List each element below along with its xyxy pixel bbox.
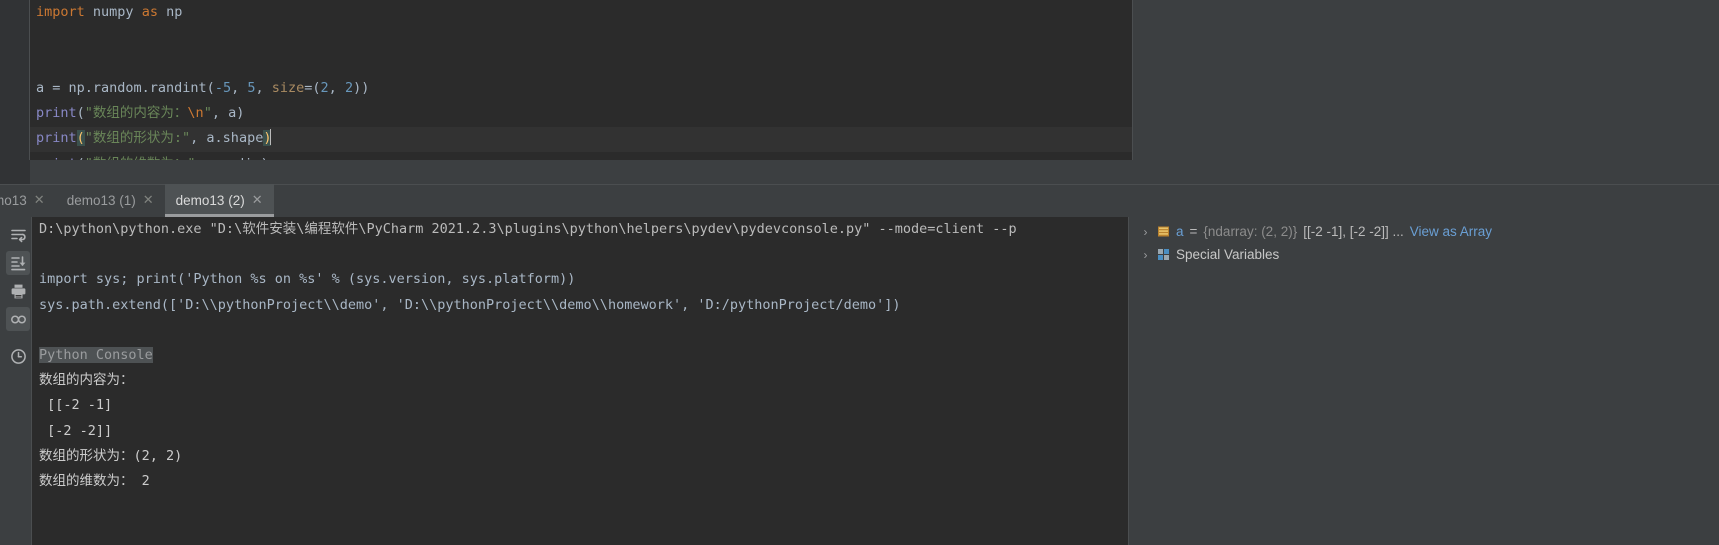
scroll-to-end-icon[interactable] [6,251,30,275]
variables-tree: › a = {ndarray: (2, 2)} [[-2 -1], [-2 -2]… [1129,217,1719,266]
variables-panel[interactable]: › a = {ndarray: (2, 2)} [[-2 -1], [-2 -2]… [1129,217,1719,545]
console-line: sys.path.extend(['D:\\pythonProject\\dem… [39,293,1017,318]
tab-label: demo13 (1) [66,193,136,208]
view-as-array-link[interactable]: View as Array [1410,224,1492,239]
code-text[interactable]: import numpy as np a = np.random.randint… [36,0,369,177]
code-token: , [231,79,248,96]
console-line: 数组的形状为：(2, 2) [39,444,1017,469]
console-line-text: D:\python\python.exe "D:\软件安装\编程软件\PyCha… [39,221,1017,237]
console-line: import sys; print('Python %s on %s' % (s… [39,267,1017,292]
console-line-text: Python Console [39,346,153,363]
code-token: "数组的内容为： [84,105,188,122]
tab-label: demo13 (2) [175,193,245,208]
console-line-text: sys.path.extend(['D:\\pythonProject\\dem… [39,296,901,313]
console-line-text: [-2 -2]] [39,422,113,439]
editor-bottom-gutter-fill [0,160,30,184]
code-token: =( [304,79,321,96]
code-line: print("数组的形状为:", a.shape) [36,126,369,151]
tab-demo13-1[interactable]: demo13 (1) ✕ [56,184,165,217]
print-icon[interactable] [6,279,30,303]
variable-row[interactable]: › a = {ndarray: (2, 2)} [[-2 -1], [-2 -2]… [1129,220,1719,243]
code-token: print [36,130,77,147]
console-toolbar [0,217,32,545]
variable-type: {ndarray: (2, 2)} [1203,224,1298,239]
editor-gutter[interactable] [0,0,30,184]
console-line: [[-2 -1] [39,393,1017,418]
tab-demo13-2[interactable]: demo13 (2) ✕ [164,184,274,217]
gutter-divider [29,0,30,184]
editor-bottom-fill [0,160,1719,184]
ndarray-icon [1157,225,1170,238]
code-token: , a.shape [190,130,264,147]
console-output[interactable]: D:\python\python.exe "D:\软件安装\编程软件\PyCha… [32,217,1128,545]
console-line-text: 数组的内容为： [39,372,134,389]
code-token: print [36,105,77,122]
tab-demo13[interactable]: demo13 ✕ [0,184,56,217]
code-token: ( [76,105,85,122]
variable-name: a [1176,224,1184,239]
console-output-text: D:\python\python.exe "D:\软件安装\编程软件\PyCha… [39,217,1017,494]
console-line-text: 数组的维数为： 2 [39,472,150,489]
pycharm-window: import numpy as np a = np.random.randint… [0,0,1719,545]
console-tab-bar: demo13 ✕ demo13 (1) ✕ demo13 (2) ✕ [0,184,1719,217]
python-console-panel: D:\python\python.exe "D:\软件安装\编程软件\PyCha… [0,217,1719,545]
variable-equals: = [1189,224,1198,239]
console-line: 数组的内容为： [39,368,1017,393]
code-token: )) [353,79,370,96]
code-token: numpy [92,4,142,20]
variable-row[interactable]: › Special Variables [1129,243,1719,266]
soft-wrap-icon[interactable] [6,223,30,247]
console-line: D:\python\python.exe "D:\软件安装\编程软件\PyCha… [39,217,1017,242]
code-token: import [36,4,93,20]
code-token: " [203,105,212,122]
code-token: a = np.random.randint( [36,79,215,96]
console-line-text: [[-2 -1] [39,397,113,414]
close-icon[interactable]: ✕ [34,193,45,206]
editor-right-edge-line [1132,0,1133,160]
code-token: size [271,79,305,96]
tab-list: demo13 ✕ demo13 (1) ✕ demo13 (2) ✕ [0,184,274,217]
code-token: , a) [211,105,245,122]
code-token: -5 [214,79,232,96]
editor-right-margin [1132,0,1719,160]
close-icon[interactable]: ✕ [252,193,263,206]
code-editor[interactable]: import numpy as np a = np.random.randint… [0,0,1719,184]
code-token: , [255,79,272,96]
code-line: import numpy as np [36,0,369,25]
special-variables-icon [1157,248,1170,261]
console-history-icon[interactable] [6,307,30,331]
code-token: 2 [344,79,354,96]
console-line-text: import sys; print('Python %s on %s' % (s… [39,271,576,288]
code-line: a = np.random.randint(-5, 5, size=(2, 2)… [36,76,369,101]
chevron-right-icon[interactable]: › [1140,248,1151,262]
code-token: \n [187,105,204,122]
chevron-right-icon[interactable]: › [1140,225,1151,239]
code-token: "数组的形状为:" [84,130,191,147]
console-line-text: 数组的形状为：(2, 2) [39,447,183,464]
code-line: print("数组的内容为：\n", a) [36,101,369,126]
text-caret [270,129,272,146]
console-line: 数组的维数为： 2 [39,469,1017,494]
console-line: Python Console [39,343,1017,368]
code-token: , [328,79,345,96]
variable-label: Special Variables [1176,247,1280,262]
clock-icon[interactable] [6,344,30,368]
variable-value: [[-2 -1], [-2 -2]] ... [1303,224,1404,239]
console-line: [-2 -2]] [39,419,1017,444]
code-token: 2 [320,79,329,96]
code-token: np [166,4,183,20]
code-token: ( [76,130,85,147]
code-token: as [141,4,167,20]
close-icon[interactable]: ✕ [143,193,154,206]
tab-label: demo13 [0,193,27,208]
